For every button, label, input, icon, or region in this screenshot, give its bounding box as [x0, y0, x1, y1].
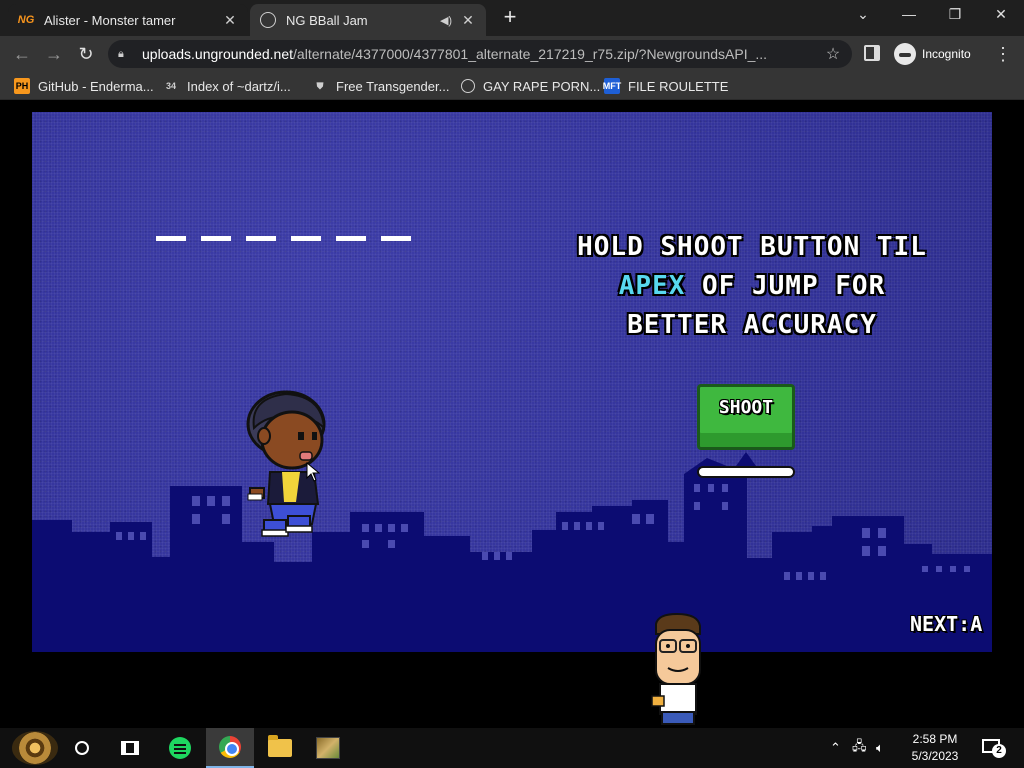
taskbar-app-game[interactable]: [304, 728, 352, 768]
folder-icon: [268, 735, 292, 757]
globe-icon: [260, 12, 276, 28]
taskbar-app-green[interactable]: [156, 728, 204, 768]
incognito-label: Incognito: [922, 47, 971, 61]
next-key-hint: NEXT:A: [910, 612, 983, 636]
url-text[interactable]: uploads.ungrounded.net/alternate/4377000…: [142, 46, 824, 62]
system-clock[interactable]: 2:58 PM 5/3/2023: [900, 731, 970, 765]
bookmark-label: Free Transgender...: [336, 78, 450, 94]
word-slot: [201, 236, 231, 241]
new-tab-button[interactable]: +: [498, 6, 522, 30]
bookmark-globe-site[interactable]: GAY RAPE PORN...: [461, 76, 600, 96]
tab-search-chevron-icon[interactable]: ⌄: [840, 0, 886, 30]
game-canvas[interactable]: HOLD SHOOT BUTTON TIL APEX OF JUMP FOR B…: [32, 112, 992, 652]
hint-line-3: BETTER ACCURACY: [627, 310, 877, 340]
player-character: [246, 390, 326, 537]
word-slot: [381, 236, 411, 241]
shoot-hint-text: HOLD SHOOT BUTTON TIL APEX OF JUMP FOR B…: [552, 228, 952, 345]
taskbar-app-file-explorer[interactable]: [256, 728, 304, 768]
restore-button[interactable]: ❐: [932, 0, 978, 30]
shield-icon: ⛊: [316, 80, 324, 91]
close-window-button[interactable]: ✕: [978, 0, 1024, 30]
speaker-icon[interactable]: ◀): [438, 14, 454, 27]
ph-icon: PH: [14, 78, 30, 94]
tab-title: Alister - Monster tamer: [44, 12, 176, 28]
shot-power-meter: [697, 466, 795, 478]
tab-ng-bball-jam[interactable]: NG BBall Jam ◀) ✕: [250, 4, 486, 36]
bookmark-label: FILE ROULETTE: [628, 78, 729, 94]
game-app-icon: [316, 737, 340, 759]
word-slot: [246, 236, 276, 241]
tab-close-icon[interactable]: ✕: [222, 12, 238, 29]
address-bar[interactable]: 🔒︎ uploads.ungrounded.net/alternate/4377…: [108, 40, 852, 68]
shoot-button-label: SHOOT: [718, 397, 774, 418]
side-panel-icon[interactable]: [864, 45, 880, 61]
globe-icon: [461, 79, 475, 93]
meter-pointer-icon: [736, 452, 756, 466]
back-arrow-icon[interactable]: ←: [10, 42, 34, 66]
windows-taskbar: ⌃ 🖧︎ 🔈︎ 2:58 PM 5/3/2023 2: [0, 728, 1024, 768]
hint-line-1: HOLD SHOOT BUTTON TIL: [577, 232, 927, 262]
word-slot: [291, 236, 321, 241]
chrome-icon: [219, 736, 241, 758]
reload-icon[interactable]: ↻: [74, 42, 98, 66]
word-slots: [156, 236, 411, 241]
page-viewport: HOLD SHOOT BUTTON TIL APEX OF JUMP FOR B…: [0, 100, 1024, 728]
bookmark-github[interactable]: PH GitHub - Enderma...: [14, 76, 154, 96]
bookmark-free-transgender[interactable]: ⛊ Free Transgender...: [312, 76, 450, 96]
minimize-button[interactable]: —: [886, 0, 932, 30]
volume-muted-icon[interactable]: 🔈︎: [876, 728, 896, 768]
menu-kebab-icon[interactable]: ⋮: [994, 42, 1012, 66]
word-slot: [336, 236, 366, 241]
hint-line-2: APEX OF JUMP FOR: [618, 271, 886, 301]
browser-toolbar: ← → ↻ 🔒︎ uploads.ungrounded.net/alternat…: [0, 36, 1024, 72]
task-view-button[interactable]: [106, 728, 154, 768]
start-orb-icon: [12, 731, 58, 765]
clock-time: 2:58 PM: [912, 732, 958, 746]
shoot-button[interactable]: SHOOT: [697, 384, 795, 450]
mouse-cursor-icon: [306, 462, 320, 482]
hint-apex-word: APEX: [618, 271, 686, 301]
city-skyline: [32, 458, 992, 652]
task-view-icon: [121, 741, 139, 755]
lock-icon[interactable]: 🔒︎: [118, 48, 132, 61]
bookmark-star-icon[interactable]: ☆: [824, 44, 842, 64]
index-favicon-icon: 34: [165, 81, 176, 91]
bookmark-label: Index of ~dartz/i...: [187, 78, 291, 94]
newgrounds-favicon-icon: NG: [17, 14, 35, 26]
taskbar-app-chrome[interactable]: [206, 728, 254, 768]
notification-count-badge: 2: [992, 744, 1006, 758]
show-hidden-icons-chevron[interactable]: ⌃: [830, 728, 846, 768]
bookmarks-bar: PH GitHub - Enderma... 34 Index of ~dart…: [0, 72, 1024, 100]
word-slot: [156, 236, 186, 241]
bookmark-index-dartz[interactable]: 34 Index of ~dartz/i...: [163, 76, 291, 96]
clock-date: 5/3/2023: [911, 749, 959, 763]
browser-tab-strip: NG Alister - Monster tamer ✕ NG BBall Ja…: [0, 0, 1024, 36]
forward-arrow-icon[interactable]: →: [42, 42, 66, 66]
hank-character-sprite: [651, 612, 701, 725]
incognito-icon: [894, 43, 916, 65]
bookmark-label: GitHub - Enderma...: [38, 78, 154, 94]
green-app-icon: [169, 737, 191, 759]
mft-icon: MFT: [603, 78, 621, 94]
network-icon[interactable]: 🖧︎: [852, 728, 872, 768]
search-circle-icon: [75, 741, 89, 755]
search-button[interactable]: [58, 728, 106, 768]
start-button[interactable]: [8, 728, 62, 768]
bookmark-label: GAY RAPE PORN...: [483, 78, 601, 94]
notification-center-button[interactable]: 2: [982, 736, 1006, 758]
tab-close-icon[interactable]: ✕: [460, 12, 476, 29]
tab-alister[interactable]: NG Alister - Monster tamer ✕: [8, 4, 248, 36]
bookmark-file-roulette[interactable]: MFT FILE ROULETTE: [603, 76, 729, 96]
incognito-profile-button[interactable]: Incognito: [894, 42, 971, 66]
tab-title: NG BBall Jam: [286, 12, 368, 28]
